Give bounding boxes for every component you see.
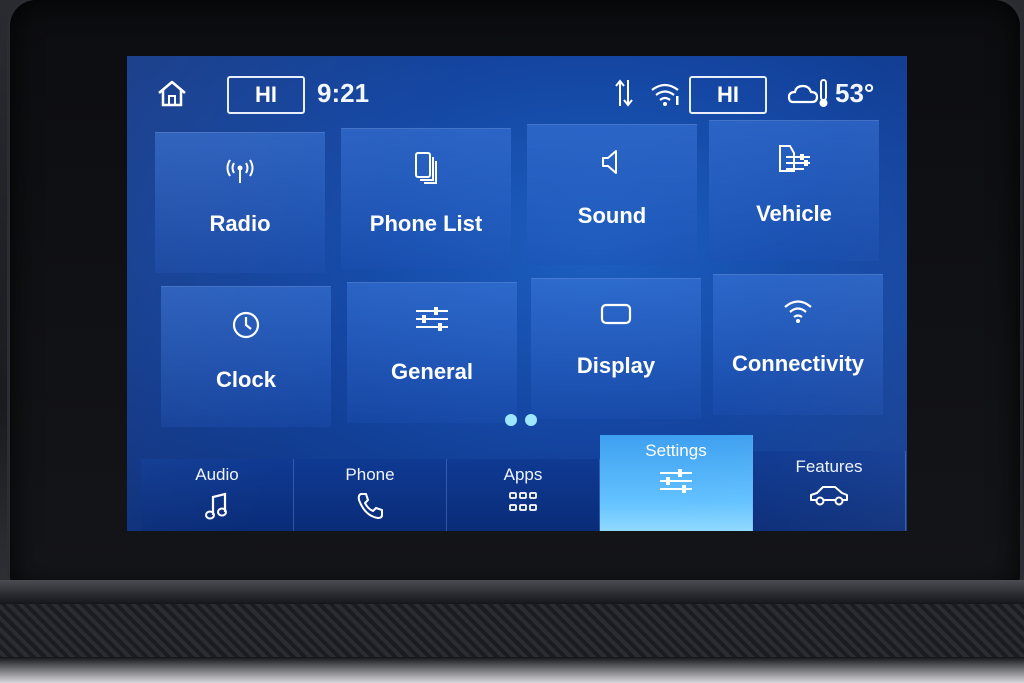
nav-label-apps: Apps: [503, 465, 543, 484]
music-note-icon: [205, 492, 227, 520]
bottom-nav-bar: Audio Phone Apps Settings Features: [141, 435, 907, 531]
car-icon: [810, 486, 848, 506]
tile-label-sound: Sound: [577, 203, 647, 228]
phone-icon: [357, 493, 383, 519]
phone-list-icon: [415, 152, 437, 184]
home-icon[interactable]: [155, 78, 189, 108]
page-indicator: [505, 414, 545, 428]
tile-label-general: General: [391, 359, 473, 384]
outside-temperature: 53°: [835, 78, 875, 108]
page-dot-1[interactable]: [505, 414, 517, 426]
tile-label-phone-list: Phone List: [369, 211, 483, 236]
tile-label-radio: Radio: [209, 211, 271, 236]
data-transfer-icon: [613, 76, 635, 115]
display-icon: [600, 303, 632, 325]
apps-grid-icon: [509, 492, 537, 511]
weather-cloud-icon: [787, 76, 831, 115]
tile-label-clock: Clock: [216, 367, 276, 392]
driver-temp-button[interactable]: HI: [227, 76, 305, 114]
nav-phone[interactable]: Phone: [294, 459, 447, 531]
wifi-status-icon: [649, 76, 681, 115]
nav-label-features: Features: [795, 457, 863, 476]
vehicle-settings-icon: [779, 145, 810, 172]
nav-apps[interactable]: Apps: [447, 459, 600, 531]
infotainment-screen: HI 9:21 HI 53° Radio Phone List Sound Ve…: [127, 56, 907, 531]
tile-phone-list[interactable]: Phone List: [341, 128, 511, 269]
nav-label-settings: Settings: [645, 441, 707, 460]
speaker-icon: [602, 150, 617, 174]
sliders-icon: [416, 307, 448, 331]
tile-vehicle[interactable]: Vehicle: [709, 120, 879, 261]
passenger-temp-button[interactable]: HI: [689, 76, 767, 114]
nav-audio[interactable]: Audio: [141, 459, 294, 531]
tile-general[interactable]: General: [347, 282, 517, 423]
tile-clock[interactable]: Clock: [161, 286, 331, 427]
carbon-fiber-trim: [0, 580, 1024, 683]
driver-temp-value: HI: [255, 82, 277, 107]
sliders-icon: [660, 469, 692, 493]
passenger-temp-value: HI: [717, 82, 739, 107]
clock-icon: [232, 311, 260, 339]
nav-settings[interactable]: Settings: [600, 435, 753, 531]
nav-label-phone: Phone: [345, 465, 395, 484]
nav-features[interactable]: Features: [753, 451, 906, 531]
radio-antenna-icon: [226, 159, 254, 183]
status-time: 9:21: [317, 78, 370, 108]
tile-label-vehicle: Vehicle: [756, 201, 832, 226]
tile-label-display: Display: [576, 353, 656, 378]
tile-label-connectivity: Connectivity: [731, 351, 865, 376]
tile-sound[interactable]: Sound: [527, 124, 697, 265]
nav-label-audio: Audio: [195, 465, 239, 484]
status-bar: HI 9:21 HI 53°: [127, 56, 907, 126]
tile-radio[interactable]: Radio: [155, 132, 325, 273]
tile-display[interactable]: Display: [531, 278, 701, 419]
settings-grid: Radio Phone List Sound Vehicle Clock Gen…: [155, 120, 883, 428]
tile-connectivity[interactable]: Connectivity: [713, 274, 883, 415]
page-dot-2[interactable]: [525, 414, 537, 426]
wifi-icon: [784, 300, 812, 323]
